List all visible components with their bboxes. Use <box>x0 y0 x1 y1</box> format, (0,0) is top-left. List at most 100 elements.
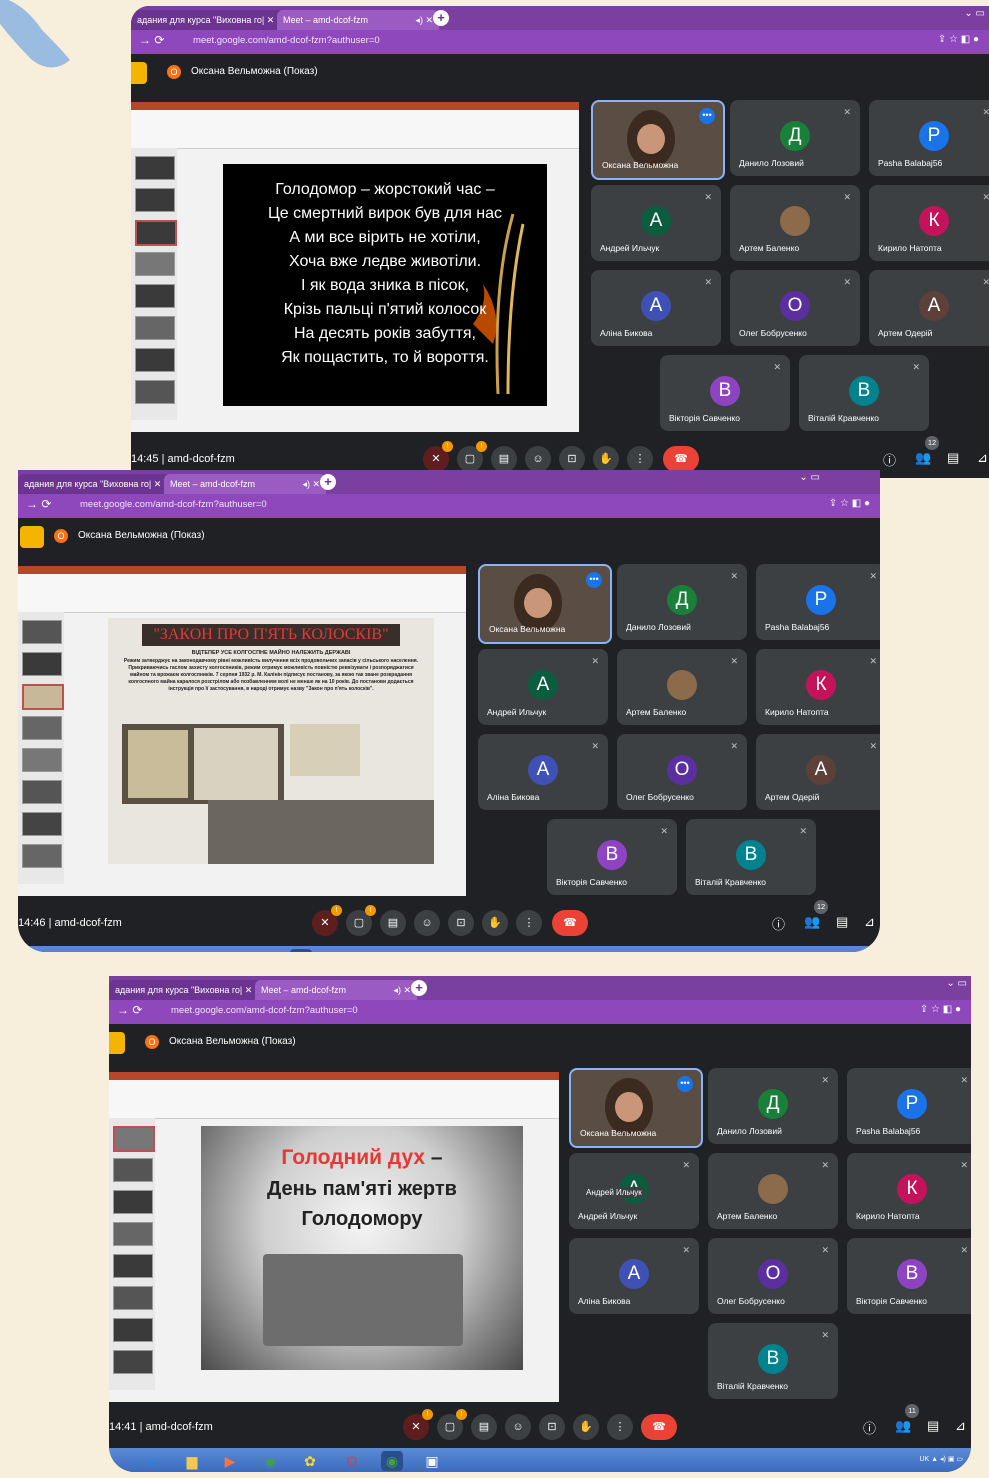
ie-icon[interactable]: e <box>141 1451 163 1471</box>
info-icon[interactable]: ⓘ <box>772 914 785 933</box>
activities-icon[interactable]: ⊿ <box>977 450 988 466</box>
opera-icon[interactable]: O <box>341 1451 363 1471</box>
participant-tile[interactable]: Д Данило Лозовий ✕ <box>617 564 747 640</box>
participant-tile[interactable]: P Pasha Balabaj56 ✕ <box>847 1068 971 1144</box>
chat-icon[interactable]: ▤ <box>927 1418 939 1434</box>
participant-tile[interactable]: Артем Баленко ✕ <box>617 649 747 725</box>
folder-icon[interactable]: ▆ <box>181 1451 203 1471</box>
participant-tile[interactable]: А Андрей Ильчук ✕ <box>478 649 608 725</box>
participant-tile[interactable]: А Андрей Ильчук ✕ <box>591 185 721 261</box>
url-text[interactable]: meet.google.com/amd-dcof-fzm?authuser=0 <box>171 1005 358 1016</box>
participant-tile[interactable]: В Віталій Кравченко ✕ <box>799 355 929 431</box>
info-icon[interactable]: ⓘ <box>863 1418 876 1437</box>
more-options-button[interactable]: ⋮ <box>607 1414 633 1440</box>
camera-toggle-button[interactable]: ▢! <box>346 905 376 936</box>
raise-hand-button[interactable]: ✋ <box>593 446 619 472</box>
participant-tile[interactable]: В Вікторія Савченко ✕ <box>660 355 790 431</box>
media-player-icon[interactable]: ▶ <box>219 1451 241 1471</box>
speaking-indicator-icon[interactable]: ••• <box>586 572 602 588</box>
participant-tile[interactable]: А Артем Одерій ✕ <box>869 270 989 346</box>
present-button[interactable]: ⊡ <box>559 446 585 472</box>
participant-tile[interactable]: P Pasha Balabaj56 ✕ <box>869 100 989 176</box>
bookmark-star-icon[interactable]: ⇪ ☆ ◧ ● <box>938 34 979 45</box>
browser-tab-course[interactable]: адания для курса "Виховна го| ✕ <box>18 474 170 494</box>
leave-call-button[interactable]: ☎ <box>641 1414 677 1440</box>
folder-icon[interactable]: ▆ <box>90 949 112 952</box>
mic-toggle-button[interactable]: ✕! <box>312 905 342 936</box>
participant-tile[interactable]: К Кирило Натопта ✕ <box>756 649 880 725</box>
window-controls[interactable]: ⌄ ▭ <box>964 8 985 19</box>
participant-tile-self[interactable]: Оксана Вельможна ••• <box>478 564 612 644</box>
browser-tab-course[interactable]: адания для курса "Виховна го| ✕ <box>131 10 283 30</box>
present-button[interactable]: ⊡ <box>539 1414 565 1440</box>
browser-tab-meet[interactable]: Meet – amd-dcof-fzm ◂) ✕ <box>164 474 326 494</box>
participant-tile[interactable]: А Артем Одерій ✕ <box>756 734 880 810</box>
present-button[interactable]: ⊡ <box>448 910 474 936</box>
close-tab-icon[interactable]: ◂) ✕ <box>393 980 411 1000</box>
more-options-button[interactable]: ⋮ <box>627 446 653 472</box>
participant-tile[interactable]: О Олег Бобрусенко ✕ <box>708 1238 838 1314</box>
close-tab-icon[interactable]: ◂) ✕ <box>415 10 433 30</box>
speaking-indicator-icon[interactable]: ••• <box>699 108 715 124</box>
back-forward-reload[interactable]: → ⟳ <box>26 497 51 511</box>
participant-tile[interactable]: А Аліна Бикова ✕ <box>478 734 608 810</box>
chat-icon[interactable]: ▤ <box>947 450 959 466</box>
chrome-icon[interactable]: ◉ <box>259 1451 281 1471</box>
slide-thumbnails[interactable] <box>131 148 177 420</box>
leave-call-button[interactable]: ☎ <box>663 446 699 472</box>
captions-button[interactable]: ▤ <box>380 910 406 936</box>
opera-icon[interactable]: O <box>248 949 270 952</box>
emoji-button[interactable]: ☺ <box>414 910 440 936</box>
new-tab-button[interactable]: + <box>320 474 336 490</box>
slide-thumbnails[interactable] <box>109 1118 155 1390</box>
camera-toggle-button[interactable]: ▢! <box>457 441 487 472</box>
back-forward-reload[interactable]: → ⟳ <box>139 33 164 47</box>
participant-tile[interactable]: P Pasha Balabaj56 ✕ <box>756 564 880 640</box>
back-forward-reload[interactable]: → ⟳ <box>117 1003 142 1017</box>
new-tab-button[interactable]: + <box>411 980 427 996</box>
activities-icon[interactable]: ⊿ <box>864 914 875 930</box>
raise-hand-button[interactable]: ✋ <box>573 1414 599 1440</box>
people-icon[interactable]: 👥 <box>915 450 931 466</box>
ie-icon[interactable]: e <box>50 949 72 952</box>
bookmark-star-icon[interactable]: ⇪ ☆ ◧ ● <box>920 1004 961 1015</box>
chrome-icon[interactable]: ◉ <box>168 949 190 952</box>
participant-tile[interactable]: Артем Баленко ✕ <box>730 185 860 261</box>
participant-tile[interactable]: К Кирило Натопта ✕ <box>847 1153 971 1229</box>
camera-toggle-button[interactable]: ▢! <box>437 1409 467 1440</box>
people-icon[interactable]: 👥 <box>804 914 820 930</box>
chat-icon[interactable]: ▤ <box>836 914 848 930</box>
participant-tile[interactable]: В Віталій Кравченко ✕ <box>686 819 816 895</box>
activities-icon[interactable]: ⊿ <box>955 1418 966 1434</box>
browser-tab-meet[interactable]: Meet – amd-dcof-fzm ◂) ✕ <box>255 980 417 1000</box>
participant-tile[interactable]: Артем Баленко ✕ <box>708 1153 838 1229</box>
speaking-indicator-icon[interactable]: ••• <box>677 1076 693 1092</box>
url-text[interactable]: meet.google.com/amd-dcof-fzm?authuser=0 <box>193 35 380 46</box>
chrome-active-icon[interactable]: ◉ <box>381 1451 403 1471</box>
media-player-icon[interactable]: ▶ <box>128 949 150 952</box>
window-controls[interactable]: ⌄ ▭ <box>799 472 820 483</box>
close-tab-icon[interactable]: ◂) ✕ <box>302 474 320 494</box>
participant-tile[interactable]: ААндрей Ильчук✕Андрей Ильчук <box>569 1153 699 1229</box>
bookmark-star-icon[interactable]: ⇪ ☆ ◧ ● <box>829 498 870 509</box>
document-icon[interactable]: ▣ <box>421 1451 443 1471</box>
more-options-button[interactable]: ⋮ <box>516 910 542 936</box>
participant-tile-self[interactable]: Оксана Вельможна ••• <box>569 1068 703 1148</box>
captions-button[interactable]: ▤ <box>471 1414 497 1440</box>
participant-tile[interactable]: В Вікторія Савченко ✕ <box>847 1238 971 1314</box>
browser-tab-meet[interactable]: Meet – amd-dcof-fzm ◂) ✕ <box>277 10 439 30</box>
mic-toggle-button[interactable]: ✕! <box>423 441 453 472</box>
participant-tile[interactable]: Д Данило Лозовий ✕ <box>708 1068 838 1144</box>
mic-toggle-button[interactable]: ✕! <box>403 1409 433 1440</box>
people-icon[interactable]: 👥 <box>895 1418 911 1434</box>
raise-hand-button[interactable]: ✋ <box>482 910 508 936</box>
browser-tab-course[interactable]: адания для курса "Виховна го| ✕ <box>109 980 261 1000</box>
document-icon[interactable]: ▣ <box>330 949 352 952</box>
participant-tile[interactable]: А Аліна Бикова ✕ <box>591 270 721 346</box>
emoji-button[interactable]: ☺ <box>525 446 551 472</box>
participant-tile[interactable]: В Вікторія Савченко ✕ <box>547 819 677 895</box>
chrome-active-icon[interactable]: ◉ <box>290 949 312 952</box>
participant-tile[interactable]: Д Данило Лозовий ✕ <box>730 100 860 176</box>
emoji-button[interactable]: ☺ <box>505 1414 531 1440</box>
participant-tile[interactable]: О Олег Бобрусенко ✕ <box>730 270 860 346</box>
